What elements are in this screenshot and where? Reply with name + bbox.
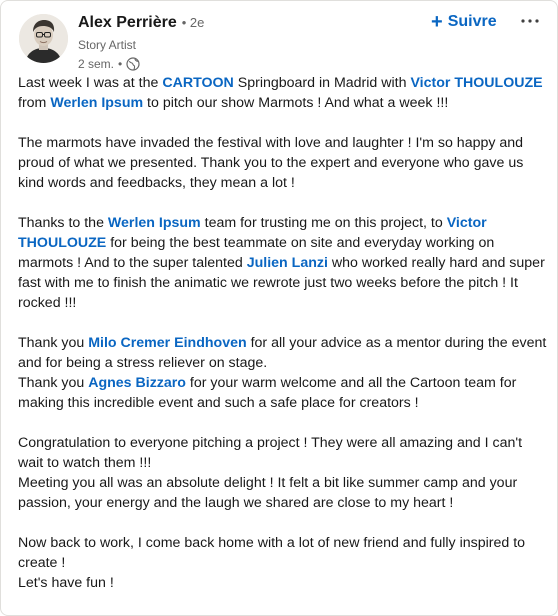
plus-icon: + xyxy=(431,11,443,33)
more-options-button[interactable] xyxy=(518,9,542,33)
follow-label: Suivre xyxy=(447,13,497,30)
post-text: Springboard in Madrid with xyxy=(233,75,411,91)
post-paragraph: Thank you Milo Cremer Eindhoven for all … xyxy=(18,333,548,413)
mention-milo-cremer-eindhoven[interactable]: Milo Cremer Eindhoven xyxy=(88,335,246,351)
post-paragraph: Congratulation to everyone pitching a pr… xyxy=(18,433,548,513)
mention-werlen-ipsum[interactable]: Werlen Ipsum xyxy=(108,215,201,231)
mention-werlen-ipsum[interactable]: Werlen Ipsum xyxy=(50,95,143,111)
cartoon-highlight[interactable]: CARTOON xyxy=(162,75,233,91)
post-paragraph: Last week I was at the CARTOON Springboa… xyxy=(18,73,548,113)
post-header: Alex Perrière • 2e Story Artist 2 sem. •… xyxy=(1,1,557,71)
post-text: Congratulation to everyone pitching a pr… xyxy=(18,435,523,471)
connection-degree: • 2e xyxy=(181,15,205,30)
meta-separator: • xyxy=(118,56,123,71)
follow-button[interactable]: + Suivre xyxy=(431,11,497,33)
author-headline: Story Artist xyxy=(78,38,137,52)
post-text: Thank you xyxy=(18,375,89,391)
author-name-row: Alex Perrière • 2e xyxy=(78,14,204,34)
post-time: 2 sem. xyxy=(78,56,115,71)
author-name[interactable]: Alex Perrière xyxy=(78,14,177,32)
more-horizontal-icon xyxy=(521,19,539,23)
post-paragraph: Now back to work, I come back home with … xyxy=(18,533,548,593)
post-paragraph: Thanks to the Werlen Ipsum team for trus… xyxy=(18,213,548,313)
post-card: Alex Perrière • 2e Story Artist 2 sem. •… xyxy=(0,0,558,616)
post-text: from xyxy=(18,95,51,111)
post-paragraph: The marmots have invaded the festival wi… xyxy=(18,133,548,193)
post-text: Let's have fun ! xyxy=(18,575,114,591)
post-meta: 2 sem. • xyxy=(78,56,204,71)
post-text: Last week I was at the xyxy=(18,75,163,91)
post-text: Thank you xyxy=(18,335,89,351)
mention-victor-thoulouze[interactable]: Victor THOULOUZE xyxy=(410,75,542,91)
globe-icon xyxy=(126,56,140,71)
post-text: team for trusting me on this project, to xyxy=(200,215,447,231)
author-avatar[interactable] xyxy=(19,14,68,63)
post-text: Thanks to the xyxy=(18,215,108,231)
post-text: Meeting you all was an absolute delight … xyxy=(18,475,518,511)
author-photo xyxy=(19,14,68,63)
post-body: Last week I was at the CARTOON Springboa… xyxy=(18,73,548,593)
mention-julien-lanzi[interactable]: Julien Lanzi xyxy=(247,255,328,271)
post-text: to pitch our show Marmots ! And what a w… xyxy=(143,95,449,111)
mention-agnes-bizzaro[interactable]: Agnes Bizzaro xyxy=(88,375,186,391)
author-info: Alex Perrière • 2e Story Artist 2 sem. • xyxy=(78,14,204,71)
post-text: Now back to work, I come back home with … xyxy=(18,535,526,571)
post-text: The marmots have invaded the festival wi… xyxy=(18,135,524,191)
